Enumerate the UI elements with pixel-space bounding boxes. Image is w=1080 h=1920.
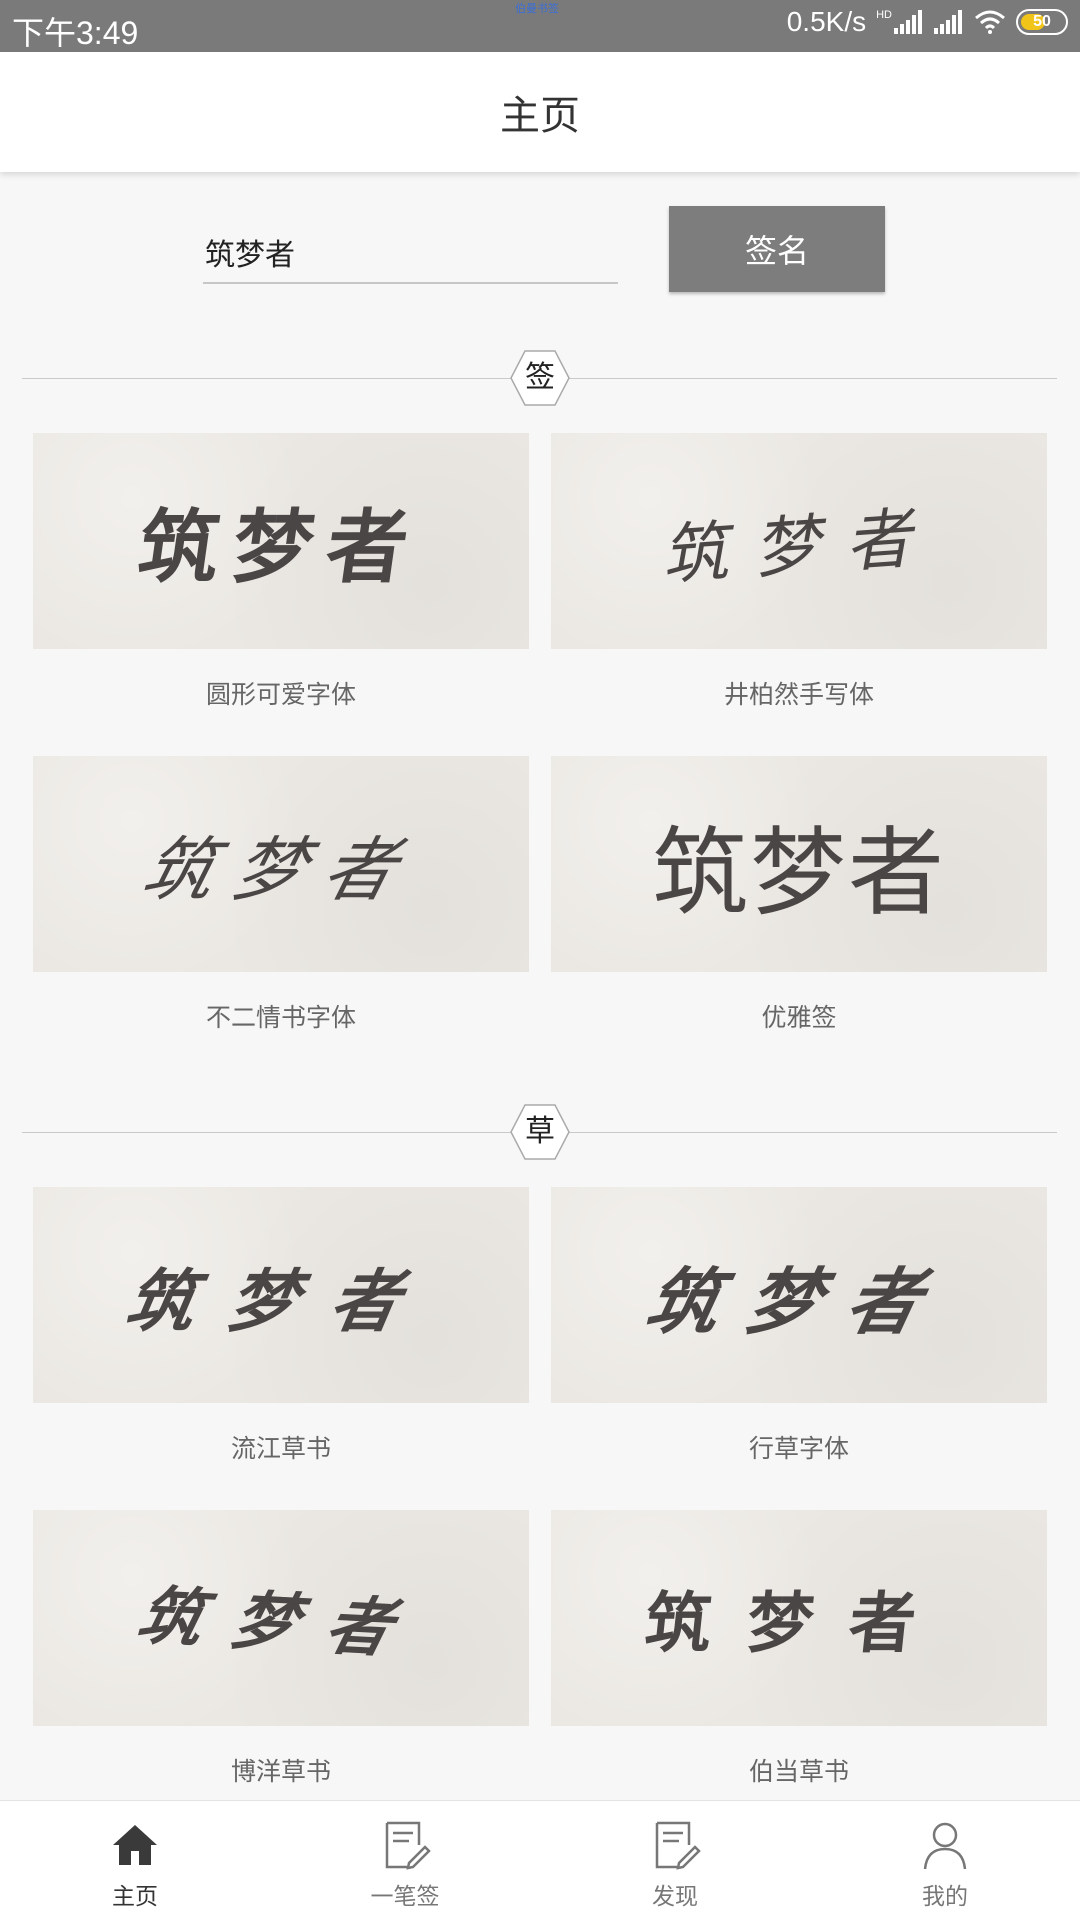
- font-card[interactable]: 筑梦者 伯当草书: [551, 1510, 1047, 1788]
- signature-sample: 筑梦者: [119, 1261, 440, 1342]
- sign-button[interactable]: 签名: [669, 206, 885, 292]
- nav-label: 主页: [112, 1884, 158, 1910]
- nav-label: 一笔签: [370, 1884, 440, 1910]
- battery-percent: 50: [1033, 13, 1051, 30]
- status-notification-text: 伯曼书签: [515, 2, 559, 15]
- bottom-nav: 主页 一笔签 发现 我的: [0, 1800, 1080, 1920]
- font-card[interactable]: 筑梦者 井柏然手写体: [551, 433, 1047, 711]
- font-card[interactable]: 筑梦者 流江草书: [33, 1187, 529, 1465]
- section-badge: 草: [509, 1103, 571, 1161]
- signature-sample: 筑梦者: [652, 816, 946, 929]
- user-icon: [923, 1822, 967, 1870]
- wifi-icon: [975, 10, 1005, 34]
- section-badge-text: 签: [525, 360, 555, 395]
- signature-preview: 筑梦者: [551, 433, 1047, 649]
- font-name: 行草字体: [748, 1434, 849, 1463]
- font-name: 伯当草书: [748, 1757, 849, 1786]
- nav-label: 我的: [922, 1884, 968, 1910]
- name-input[interactable]: [203, 222, 618, 284]
- page-title: 主页: [500, 93, 580, 139]
- font-card[interactable]: 筑梦者 圆形可爱字体: [33, 433, 529, 711]
- font-card[interactable]: 筑梦者 不二情书字体: [33, 756, 529, 1034]
- section-badge: 签: [509, 349, 571, 407]
- signature-preview: 筑梦者: [551, 1510, 1047, 1726]
- nav-home[interactable]: 主页: [0, 1801, 270, 1920]
- signature-sample: 筑梦者: [130, 1578, 430, 1668]
- signature-preview: 筑梦者: [33, 1187, 529, 1403]
- note-pen-icon: [385, 1821, 431, 1870]
- font-name: 流江草书: [230, 1434, 331, 1463]
- nav-label: 发现: [652, 1884, 698, 1910]
- battery-icon: 50: [1016, 9, 1068, 35]
- signature-preview: 筑梦者: [33, 1510, 529, 1726]
- hd-indicator: HD: [876, 9, 892, 21]
- signature-preview: 筑梦者: [551, 756, 1047, 972]
- nav-discover[interactable]: 发现: [540, 1801, 810, 1920]
- status-bar: 下午3:49 伯曼书签 0.5K/s HD 50: [0, 0, 1080, 52]
- signal-icon: [934, 10, 962, 34]
- signature-preview: 筑梦者: [33, 433, 529, 649]
- font-name: 圆形可爱字体: [205, 680, 356, 709]
- signature-sample: 筑梦者: [638, 1258, 957, 1344]
- status-time: 下午3:49: [12, 15, 139, 51]
- font-name: 优雅签: [761, 1003, 837, 1032]
- signature-sample: 筑梦者: [132, 501, 428, 594]
- network-speed: 0.5K/s: [786, 6, 867, 37]
- section-divider-cursive: 草: [22, 1103, 1057, 1163]
- font-name: 不二情书字体: [205, 1003, 356, 1032]
- signature-sample: 筑梦者: [659, 498, 940, 595]
- note-pen-icon: [655, 1821, 701, 1870]
- app-bar: 主页: [0, 52, 1080, 172]
- signal-icon: [894, 10, 922, 34]
- home-icon: [113, 1825, 157, 1865]
- nav-mine[interactable]: 我的: [810, 1801, 1080, 1920]
- font-card[interactable]: 筑梦者 博洋草书: [33, 1510, 529, 1788]
- font-card[interactable]: 筑梦者 优雅签: [551, 756, 1047, 1034]
- section-divider-sign: 签: [22, 349, 1057, 409]
- signature-preview: 筑梦者: [33, 756, 529, 972]
- font-name: 博洋草书: [230, 1757, 331, 1786]
- nav-one-stroke-sign[interactable]: 一笔签: [270, 1801, 540, 1920]
- font-name: 井柏然手写体: [723, 680, 874, 709]
- signature-preview: 筑梦者: [551, 1187, 1047, 1403]
- font-card[interactable]: 筑梦者 行草字体: [551, 1187, 1047, 1465]
- status-indicators: 0.5K/s HD 50: [787, 6, 1068, 38]
- signature-sample: 筑梦者: [134, 828, 425, 911]
- signature-sample: 筑梦者: [641, 1584, 956, 1662]
- section-badge-text: 草: [525, 1114, 555, 1149]
